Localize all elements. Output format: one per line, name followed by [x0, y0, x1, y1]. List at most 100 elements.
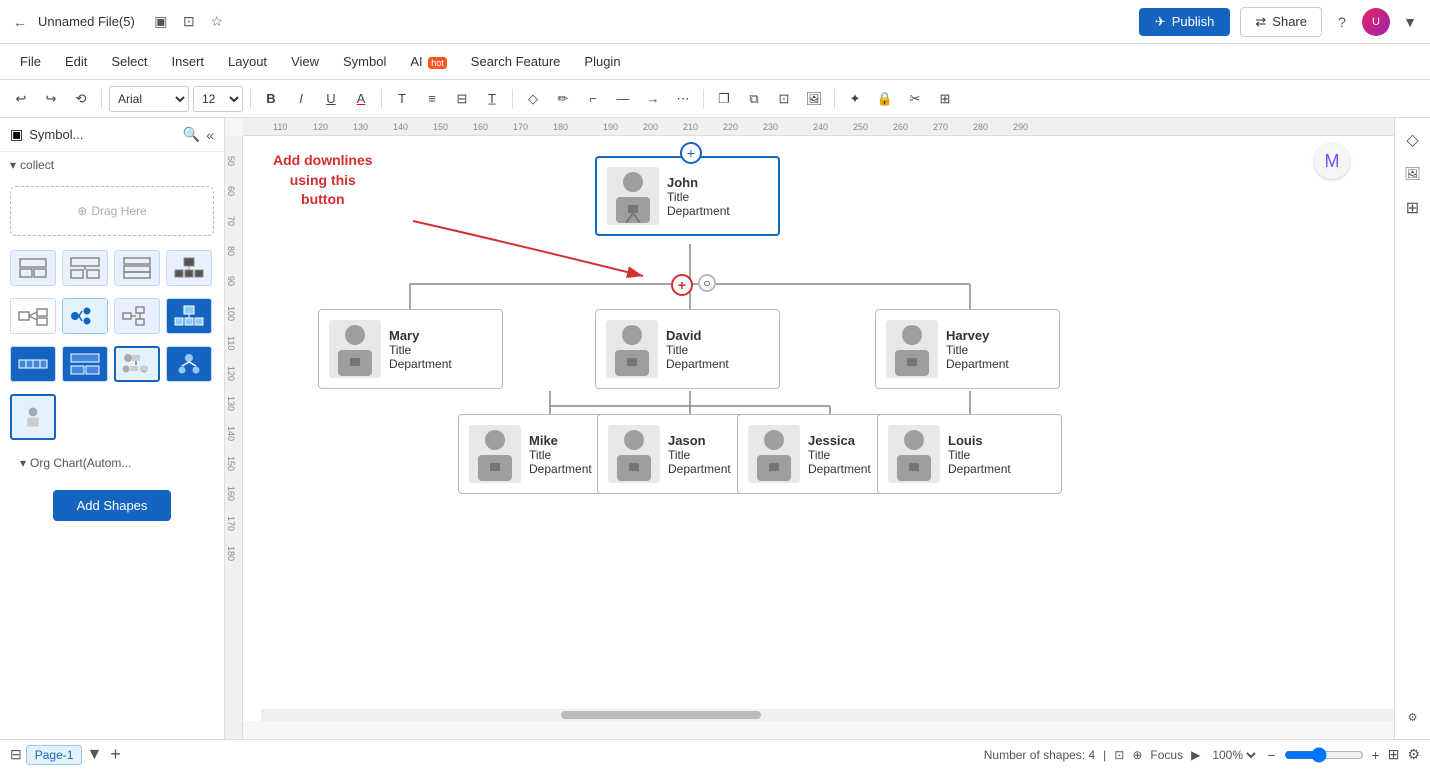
align-v-button[interactable]: ⊟ [449, 86, 475, 112]
menu-edit[interactable]: Edit [55, 50, 97, 73]
sidebar-search-icon[interactable]: 🔍 [183, 126, 200, 143]
menu-ai[interactable]: AI hot [400, 50, 456, 73]
focus-icon[interactable]: ⊕ [1132, 748, 1142, 762]
template-item-8[interactable] [166, 298, 212, 334]
arrange-button[interactable]: ⊡ [771, 86, 797, 112]
unlock-button[interactable]: ✂ [902, 86, 928, 112]
line-style-button[interactable]: ⋯ [670, 86, 696, 112]
template-item-11[interactable] [114, 346, 160, 382]
org-node-louis[interactable]: Louis Title Department [877, 414, 1062, 494]
copy-style-button[interactable]: ❐ [711, 86, 737, 112]
fullscreen-status-button[interactable]: ⊞ [1388, 746, 1400, 763]
redo-button[interactable]: ↪ [38, 86, 64, 112]
org-avatar-jessica [748, 425, 800, 483]
add-children-button[interactable]: + [671, 274, 693, 296]
expand-page-icon[interactable]: ▼ [86, 746, 102, 764]
org-avatar-harvey [886, 320, 938, 378]
more-status-button[interactable]: ⚙ [1407, 746, 1420, 763]
menu-plugin[interactable]: Plugin [574, 50, 630, 73]
layers-icon[interactable]: ⊡ [1114, 748, 1124, 762]
zoom-in-button[interactable]: + [1372, 747, 1380, 763]
image-button[interactable]: 🖼 [801, 86, 827, 112]
fullscreen-button[interactable]: ⊞ [932, 86, 958, 112]
publish-button[interactable]: ✈ Publish [1139, 8, 1231, 36]
zoom-select[interactable]: 100% 75% 50% 125% 150% [1208, 747, 1259, 763]
settings-panel-button[interactable]: ⚙ [1399, 703, 1427, 731]
erase-button[interactable]: ◇ [520, 86, 546, 112]
font-select[interactable]: Arial [109, 86, 189, 112]
canvas[interactable]: Add downlinesusing thisbutton + [243, 136, 1394, 721]
share-icon: ⇄ [1255, 14, 1266, 30]
menu-search-feature[interactable]: Search Feature [461, 50, 571, 73]
template-item-12[interactable] [166, 346, 212, 382]
expand-icon[interactable]: ▼ [1400, 12, 1420, 32]
zoom-slider[interactable] [1284, 747, 1364, 763]
text-button[interactable]: T [389, 86, 415, 112]
format-panel-button[interactable]: ◇ [1399, 126, 1427, 154]
text-style-button[interactable]: T̲ [479, 86, 505, 112]
font-color-button[interactable]: A [348, 86, 374, 112]
italic-button[interactable]: I [288, 86, 314, 112]
line-button[interactable]: — [610, 86, 636, 112]
template-item-13[interactable] [10, 394, 56, 440]
horizontal-scrollbar[interactable] [261, 709, 1394, 721]
zoom-out-button[interactable]: − [1267, 747, 1275, 763]
menu-layout[interactable]: Layout [218, 50, 277, 73]
separator-5 [703, 89, 704, 109]
expand-button[interactable]: ○ [698, 274, 716, 292]
bold-button[interactable]: B [258, 86, 284, 112]
template-item-6[interactable] [62, 298, 108, 334]
menu-symbol[interactable]: Symbol [333, 50, 396, 73]
template-item-2[interactable] [62, 250, 108, 286]
help-icon[interactable]: ? [1332, 12, 1352, 32]
sidebar-collapse-icon[interactable]: « [206, 127, 214, 143]
template-item-9[interactable] [10, 346, 56, 382]
menu-insert[interactable]: Insert [162, 50, 215, 73]
symbol-icon: ▣ [10, 126, 23, 143]
play-icon[interactable]: ▶ [1191, 748, 1200, 762]
template-item-4[interactable] [166, 250, 212, 286]
magic-toolbar-icon[interactable]: M [1314, 143, 1350, 179]
popout-icon[interactable]: ⊡ [179, 12, 199, 32]
layout-icon[interactable]: ⊟ [10, 746, 22, 763]
org-toggle[interactable]: ▾ Org Chart(Autom... [10, 452, 214, 474]
org-node-john[interactable]: John Title Department [595, 156, 780, 236]
template-item-7[interactable] [114, 298, 160, 334]
font-size-select[interactable]: 12 [193, 86, 243, 112]
org-title-david: Title [666, 343, 729, 357]
back-icon[interactable]: ← [10, 12, 30, 32]
page-tab[interactable]: Page-1 [26, 745, 83, 765]
menu-file[interactable]: File [10, 50, 51, 73]
template-item-10[interactable] [62, 346, 108, 382]
panel-icon[interactable]: ▣ [151, 12, 171, 32]
grid-panel-button[interactable]: ⊞ [1399, 194, 1427, 222]
drag-area[interactable]: ⊕ Drag Here [10, 186, 214, 236]
add-page-button[interactable]: + [110, 744, 121, 765]
undo-button[interactable]: ↩ [8, 86, 34, 112]
pencil-button[interactable]: ✏ [550, 86, 576, 112]
add-shapes-button[interactable]: Add Shapes [53, 490, 172, 521]
menu-view[interactable]: View [281, 50, 329, 73]
template-item-3[interactable] [114, 250, 160, 286]
org-node-mary[interactable]: Mary Title Department [318, 309, 503, 389]
menu-select[interactable]: Select [101, 50, 157, 73]
org-node-harvey[interactable]: Harvey Title Department [875, 309, 1060, 389]
back-history-button[interactable]: ⟲ [68, 86, 94, 112]
star-icon[interactable]: ☆ [207, 12, 227, 32]
share-button[interactable]: ⇄ Share [1240, 7, 1322, 37]
template-item-5[interactable] [10, 298, 56, 334]
lock-button[interactable]: 🔒 [872, 86, 898, 112]
template-item-1[interactable] [10, 250, 56, 286]
group-button[interactable]: ⧉ [741, 86, 767, 112]
org-node-david[interactable]: David Title Department [595, 309, 780, 389]
scrollbar-thumb[interactable] [561, 711, 761, 719]
magic-button[interactable]: ✦ [842, 86, 868, 112]
underline-button[interactable]: U [318, 86, 344, 112]
add-top-button[interactable]: + [680, 142, 702, 164]
avatar[interactable]: U [1362, 8, 1390, 36]
arrow-button[interactable]: → [640, 86, 666, 112]
collect-toggle[interactable]: ▾ collect [10, 158, 214, 172]
connector-button[interactable]: ⌐ [580, 86, 606, 112]
align-center-button[interactable]: ≡ [419, 86, 445, 112]
image-panel-button[interactable]: 🖼 [1399, 160, 1427, 188]
